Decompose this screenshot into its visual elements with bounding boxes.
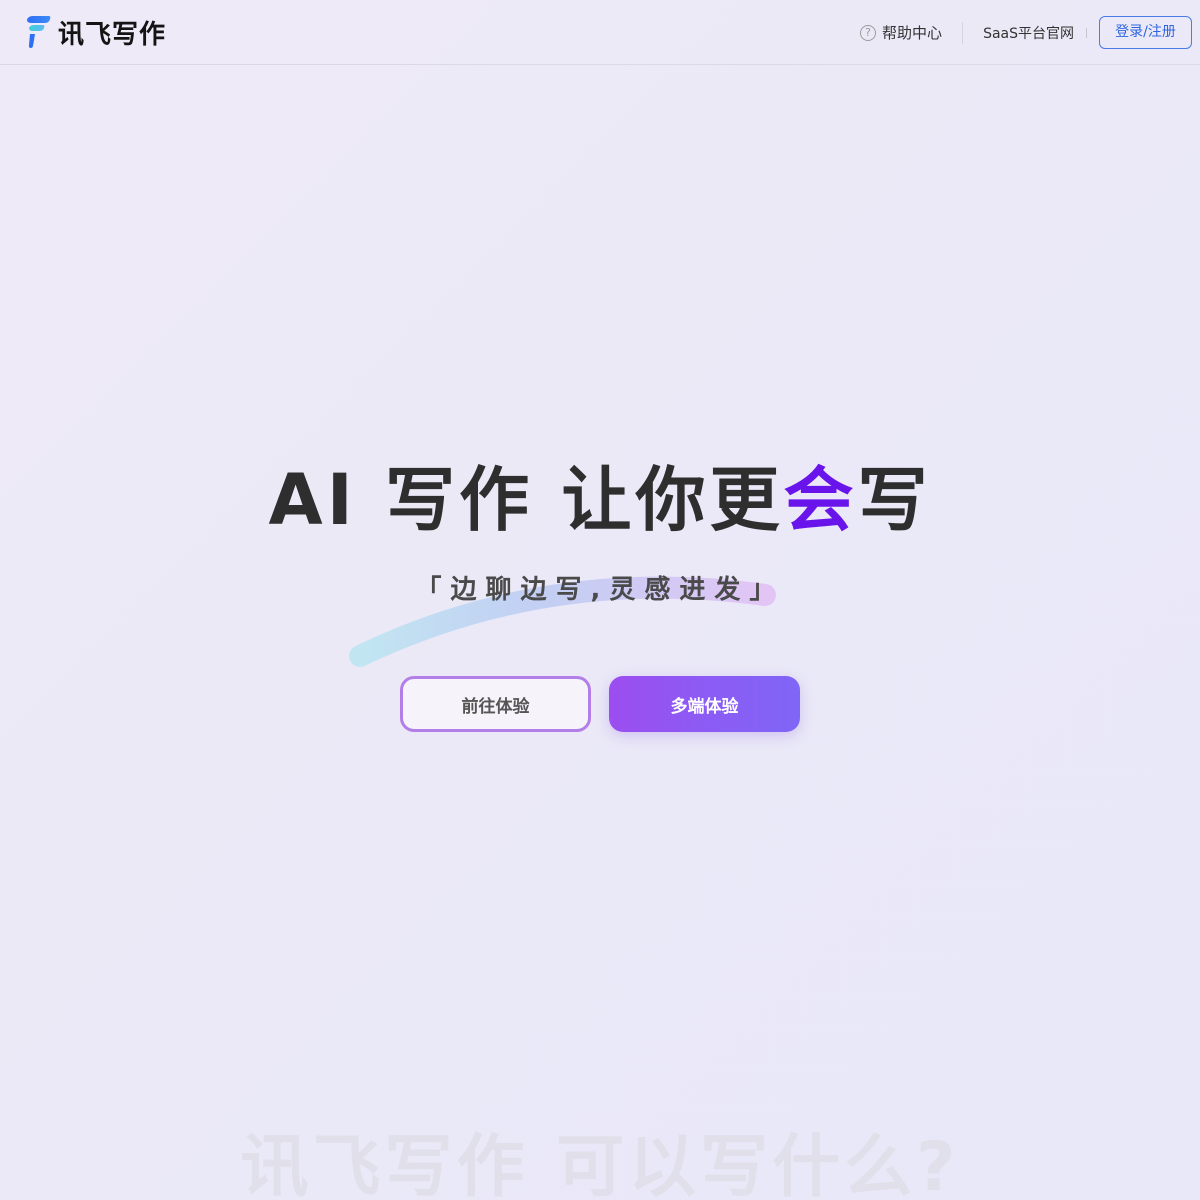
hero-subtitle: 「边聊边写,灵感进发」	[415, 575, 785, 605]
section-title-what-can-write: 讯飞写作 可以写什么?	[240, 1128, 960, 1200]
help-center-label: 帮助中心	[882, 24, 943, 42]
login-register-button[interactable]: 登录/注册	[1099, 16, 1192, 49]
brand-name: 讯飞写作	[58, 19, 167, 50]
hero-title: AI 写作 让你更会写	[0, 458, 1200, 542]
hero-title-highlight: 会	[783, 459, 858, 541]
brand-logo[interactable]: 讯飞写作	[24, 15, 167, 50]
xunfei-logo-icon	[27, 16, 51, 48]
help-center-link[interactable]: ? 帮助中心	[860, 22, 942, 43]
multi-device-button[interactable]: 多端体验	[609, 676, 800, 732]
question-circle-icon: ?	[860, 24, 877, 41]
saas-platform-link[interactable]: SaaS平台官网	[983, 23, 1074, 43]
hero-title-part1: AI 写作 让你更	[268, 459, 784, 541]
try-now-button[interactable]: 前往体验	[400, 676, 591, 732]
nav-divider	[962, 21, 964, 44]
nav-actions: ? 帮助中心 SaaS平台官网 登录/注册	[860, 16, 1192, 49]
top-navigation-bar: 讯飞写作 ? 帮助中心 SaaS平台官网 登录/注册	[0, 0, 1200, 65]
nav-divider-small	[1086, 27, 1087, 38]
hero-title-part2: 写	[857, 459, 932, 541]
